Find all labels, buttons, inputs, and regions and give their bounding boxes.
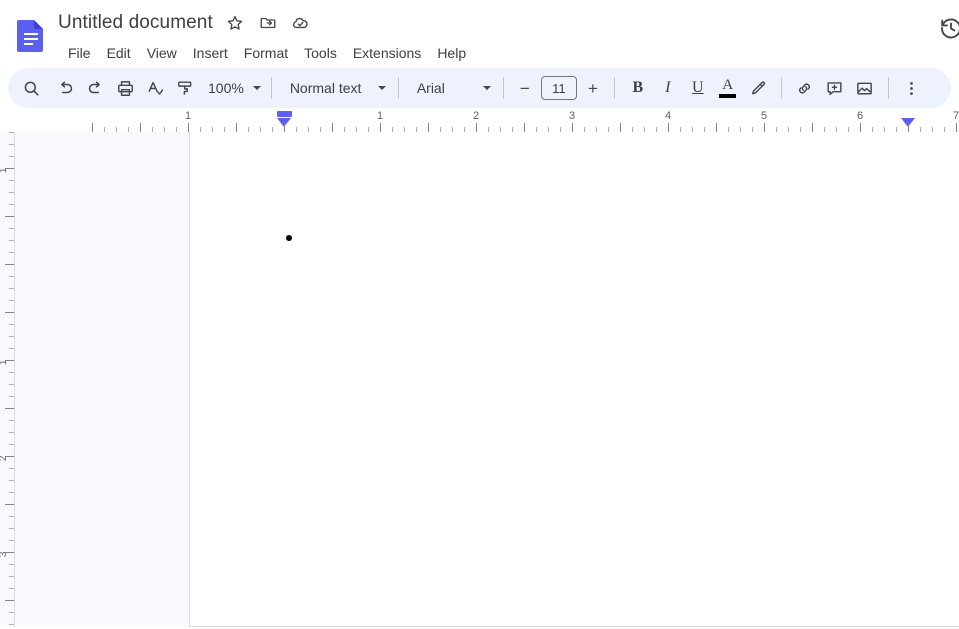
underline-button[interactable]: U <box>683 73 713 103</box>
ruler-number: 6 <box>856 110 864 122</box>
ruler-number: 1 <box>376 110 384 122</box>
ruler-tick <box>332 123 333 132</box>
ruler-tick <box>812 123 813 132</box>
ruler-number: 1 <box>0 360 10 366</box>
ruler-tick <box>668 123 669 132</box>
first-line-indent-handle[interactable] <box>277 111 292 117</box>
menu-item-extensions[interactable]: Extensions <box>345 42 429 64</box>
ruler-tick <box>380 123 381 132</box>
chevron-down-icon <box>252 86 261 90</box>
ruler-number: 7 <box>952 110 959 122</box>
document-workspace: 1 1 2 3 <box>0 132 959 627</box>
chevron-down-icon <box>482 86 491 90</box>
text-color-swatch <box>719 94 737 98</box>
ruler-tick <box>428 123 429 132</box>
text-color-letter: A <box>722 77 734 93</box>
paragraph-style-dropdown[interactable]: Normal text <box>280 73 390 103</box>
ruler-number: 3 <box>0 552 10 558</box>
insert-image-icon[interactable] <box>850 73 880 103</box>
ruler-number: 1 <box>0 168 10 174</box>
document-page[interactable] <box>189 132 959 627</box>
ruler-tick <box>140 123 141 132</box>
more-options-icon[interactable] <box>897 73 927 103</box>
ruler-number: 5 <box>760 110 768 122</box>
font-size-stepper: − 11 + <box>512 75 606 101</box>
ruler-tick <box>620 123 621 132</box>
toolbar-divider <box>780 77 782 99</box>
ruler-tick <box>5 264 14 265</box>
ruler-number: 3 <box>568 110 576 122</box>
insert-link-icon[interactable] <box>790 73 820 103</box>
ruler-tick <box>476 123 477 132</box>
bold-button[interactable]: B <box>623 73 653 103</box>
ruler-tick <box>764 123 765 132</box>
move-to-folder-icon[interactable] <box>257 12 279 34</box>
spelling-check-icon[interactable] <box>140 73 170 103</box>
ruler-number: 2 <box>0 456 10 462</box>
menu-item-format[interactable]: Format <box>236 42 296 64</box>
add-comment-icon[interactable] <box>820 73 850 103</box>
toolbar-divider <box>397 77 399 99</box>
ruler-tick <box>5 504 14 505</box>
menu-item-insert[interactable]: Insert <box>185 42 236 64</box>
ruler-tick <box>5 216 14 217</box>
paragraph-style-value: Normal text <box>289 80 362 96</box>
ruler-tick <box>5 408 14 409</box>
menu-item-view[interactable]: View <box>139 42 185 64</box>
ruler-number: 1 <box>184 110 192 122</box>
ruler-tick <box>92 123 93 132</box>
ruler-edge-line <box>14 132 15 627</box>
ruler-tick <box>860 123 861 132</box>
horizontal-ruler[interactable]: 1 1 2 3 4 5 6 7 <box>0 110 959 132</box>
toolbar-divider <box>270 77 272 99</box>
vertical-ruler[interactable]: 1 1 2 3 <box>0 132 14 627</box>
title-row: Untitled document <box>58 8 474 38</box>
zoom-level-selector[interactable]: 100% <box>200 73 263 103</box>
ruler-tick <box>5 312 14 313</box>
highlight-color-icon[interactable] <box>743 73 773 103</box>
title-and-menu-block: Untitled document File Edit View Insert … <box>58 8 474 64</box>
menu-item-tools[interactable]: Tools <box>296 42 345 64</box>
app-header: Untitled document File Edit View Insert … <box>0 0 959 68</box>
chevron-down-icon <box>377 86 386 90</box>
ruler-tick <box>716 123 717 132</box>
menu-bar: File Edit View Insert Format Tools Exten… <box>60 42 474 64</box>
menu-item-help[interactable]: Help <box>429 42 474 64</box>
italic-button[interactable]: I <box>653 73 683 103</box>
google-docs-logo[interactable] <box>16 18 46 52</box>
toolbar-divider <box>502 77 504 99</box>
search-icon[interactable] <box>16 73 46 103</box>
cloud-saved-icon[interactable] <box>290 12 312 34</box>
ruler-tick <box>908 123 909 132</box>
toolbar-divider <box>887 77 889 99</box>
ruler-tick <box>524 123 525 132</box>
page-title[interactable]: Untitled document <box>58 10 213 36</box>
star-icon[interactable] <box>224 12 246 34</box>
menu-item-edit[interactable]: Edit <box>99 42 139 64</box>
ruler-tick <box>572 123 573 132</box>
paint-format-icon[interactable] <box>170 73 200 103</box>
ruler-tick <box>284 123 285 132</box>
redo-icon[interactable] <box>80 73 110 103</box>
list-bullet <box>286 235 292 241</box>
print-icon[interactable] <box>110 73 140 103</box>
font-family-dropdown[interactable]: Arial <box>407 73 495 103</box>
menu-item-file[interactable]: File <box>60 42 99 64</box>
ruler-tick <box>5 600 14 601</box>
toolbar-divider <box>613 77 615 99</box>
ruler-tick <box>956 123 957 132</box>
formatting-toolbar: 100% Normal text Arial − 11 + B I U A <box>8 68 951 108</box>
font-size-input[interactable]: 11 <box>540 76 577 100</box>
version-history-icon[interactable] <box>939 16 959 42</box>
zoom-level-value: 100% <box>208 80 244 96</box>
ruler-tick <box>188 123 189 132</box>
ruler-number: 2 <box>472 110 480 122</box>
text-color-button[interactable]: A <box>713 72 743 104</box>
decrease-font-size-button[interactable]: − <box>512 75 538 101</box>
increase-font-size-button[interactable]: + <box>580 75 606 101</box>
ruler-number: 4 <box>664 110 672 122</box>
font-family-value: Arial <box>416 80 445 96</box>
ruler-tick <box>236 123 237 132</box>
undo-icon[interactable] <box>50 73 80 103</box>
